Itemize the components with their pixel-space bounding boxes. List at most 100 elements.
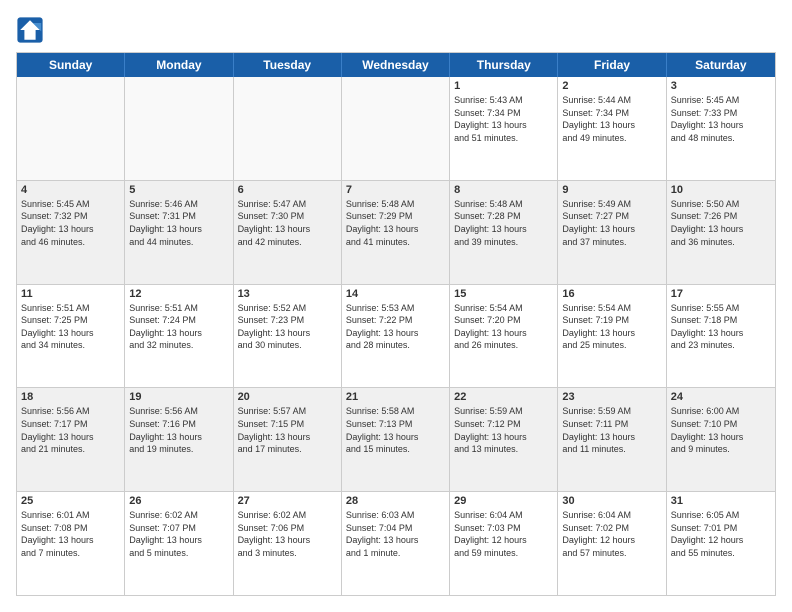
day-number: 30 (562, 495, 661, 507)
calendar: SundayMondayTuesdayWednesdayThursdayFrid… (16, 52, 776, 596)
day-number: 25 (21, 495, 120, 507)
day-info: Sunrise: 5:58 AMSunset: 7:13 PMDaylight:… (346, 405, 445, 455)
day-info: Sunrise: 5:55 AMSunset: 7:18 PMDaylight:… (671, 302, 771, 352)
calendar-cell: 4 Sunrise: 5:45 AMSunset: 7:32 PMDaylight… (17, 181, 125, 284)
calendar-cell: 6 Sunrise: 5:47 AMSunset: 7:30 PMDaylight… (234, 181, 342, 284)
day-info: Sunrise: 6:03 AMSunset: 7:04 PMDaylight:… (346, 509, 445, 559)
calendar-cell (17, 77, 125, 180)
day-number: 2 (562, 80, 661, 92)
calendar-cell: 31 Sunrise: 6:05 AMSunset: 7:01 PMDayligh… (667, 492, 775, 595)
day-number: 31 (671, 495, 771, 507)
day-number: 5 (129, 184, 228, 196)
day-info: Sunrise: 5:56 AMSunset: 7:17 PMDaylight:… (21, 405, 120, 455)
day-number: 28 (346, 495, 445, 507)
day-info: Sunrise: 5:47 AMSunset: 7:30 PMDaylight:… (238, 198, 337, 248)
header-cell-saturday: Saturday (667, 53, 775, 77)
calendar-header: SundayMondayTuesdayWednesdayThursdayFrid… (17, 53, 775, 77)
day-number: 7 (346, 184, 445, 196)
day-info: Sunrise: 5:51 AMSunset: 7:25 PMDaylight:… (21, 302, 120, 352)
day-number: 10 (671, 184, 771, 196)
day-info: Sunrise: 5:49 AMSunset: 7:27 PMDaylight:… (562, 198, 661, 248)
calendar-cell: 29 Sunrise: 6:04 AMSunset: 7:03 PMDayligh… (450, 492, 558, 595)
day-number: 22 (454, 391, 553, 403)
day-number: 26 (129, 495, 228, 507)
day-number: 6 (238, 184, 337, 196)
header-cell-monday: Monday (125, 53, 233, 77)
day-info: Sunrise: 5:59 AMSunset: 7:11 PMDaylight:… (562, 405, 661, 455)
day-number: 12 (129, 288, 228, 300)
calendar-cell: 14 Sunrise: 5:53 AMSunset: 7:22 PMDayligh… (342, 285, 450, 388)
header-cell-sunday: Sunday (17, 53, 125, 77)
day-info: Sunrise: 5:45 AMSunset: 7:33 PMDaylight:… (671, 94, 771, 144)
day-info: Sunrise: 5:54 AMSunset: 7:20 PMDaylight:… (454, 302, 553, 352)
day-number: 18 (21, 391, 120, 403)
day-number: 13 (238, 288, 337, 300)
day-number: 1 (454, 80, 553, 92)
day-info: Sunrise: 5:48 AMSunset: 7:29 PMDaylight:… (346, 198, 445, 248)
calendar-cell: 18 Sunrise: 5:56 AMSunset: 7:17 PMDayligh… (17, 388, 125, 491)
day-info: Sunrise: 6:02 AMSunset: 7:07 PMDaylight:… (129, 509, 228, 559)
calendar-cell: 16 Sunrise: 5:54 AMSunset: 7:19 PMDayligh… (558, 285, 666, 388)
day-info: Sunrise: 5:43 AMSunset: 7:34 PMDaylight:… (454, 94, 553, 144)
day-info: Sunrise: 5:57 AMSunset: 7:15 PMDaylight:… (238, 405, 337, 455)
day-info: Sunrise: 5:48 AMSunset: 7:28 PMDaylight:… (454, 198, 553, 248)
calendar-cell: 3 Sunrise: 5:45 AMSunset: 7:33 PMDaylight… (667, 77, 775, 180)
day-info: Sunrise: 6:04 AMSunset: 7:03 PMDaylight:… (454, 509, 553, 559)
day-number: 29 (454, 495, 553, 507)
calendar-row: 1 Sunrise: 5:43 AMSunset: 7:34 PMDaylight… (17, 77, 775, 181)
header-cell-tuesday: Tuesday (234, 53, 342, 77)
day-info: Sunrise: 5:59 AMSunset: 7:12 PMDaylight:… (454, 405, 553, 455)
calendar-cell: 24 Sunrise: 6:00 AMSunset: 7:10 PMDayligh… (667, 388, 775, 491)
day-info: Sunrise: 5:50 AMSunset: 7:26 PMDaylight:… (671, 198, 771, 248)
calendar-cell: 10 Sunrise: 5:50 AMSunset: 7:26 PMDayligh… (667, 181, 775, 284)
day-info: Sunrise: 6:02 AMSunset: 7:06 PMDaylight:… (238, 509, 337, 559)
calendar-row: 25 Sunrise: 6:01 AMSunset: 7:08 PMDayligh… (17, 492, 775, 595)
day-info: Sunrise: 6:01 AMSunset: 7:08 PMDaylight:… (21, 509, 120, 559)
day-info: Sunrise: 6:05 AMSunset: 7:01 PMDaylight:… (671, 509, 771, 559)
day-number: 14 (346, 288, 445, 300)
day-number: 15 (454, 288, 553, 300)
calendar-cell: 22 Sunrise: 5:59 AMSunset: 7:12 PMDayligh… (450, 388, 558, 491)
day-info: Sunrise: 5:54 AMSunset: 7:19 PMDaylight:… (562, 302, 661, 352)
logo-icon (16, 16, 44, 44)
calendar-cell: 30 Sunrise: 6:04 AMSunset: 7:02 PMDayligh… (558, 492, 666, 595)
day-number: 4 (21, 184, 120, 196)
calendar-cell: 11Sunrise: 5:51 AMSunset: 7:25 PMDayligh… (17, 285, 125, 388)
calendar-cell: 26 Sunrise: 6:02 AMSunset: 7:07 PMDayligh… (125, 492, 233, 595)
calendar-cell: 17Sunrise: 5:55 AMSunset: 7:18 PMDayligh… (667, 285, 775, 388)
day-number: 19 (129, 391, 228, 403)
day-number: 3 (671, 80, 771, 92)
day-info: Sunrise: 6:04 AMSunset: 7:02 PMDaylight:… (562, 509, 661, 559)
calendar-body: 1 Sunrise: 5:43 AMSunset: 7:34 PMDaylight… (17, 77, 775, 595)
day-info: Sunrise: 5:44 AMSunset: 7:34 PMDaylight:… (562, 94, 661, 144)
day-number: 24 (671, 391, 771, 403)
calendar-cell: 23Sunrise: 5:59 AMSunset: 7:11 PMDayligh… (558, 388, 666, 491)
day-info: Sunrise: 6:00 AMSunset: 7:10 PMDaylight:… (671, 405, 771, 455)
day-info: Sunrise: 5:52 AMSunset: 7:23 PMDaylight:… (238, 302, 337, 352)
calendar-row: 11Sunrise: 5:51 AMSunset: 7:25 PMDayligh… (17, 285, 775, 389)
calendar-row: 4 Sunrise: 5:45 AMSunset: 7:32 PMDaylight… (17, 181, 775, 285)
day-number: 16 (562, 288, 661, 300)
day-info: Sunrise: 5:46 AMSunset: 7:31 PMDaylight:… (129, 198, 228, 248)
calendar-cell (125, 77, 233, 180)
page: SundayMondayTuesdayWednesdayThursdayFrid… (0, 0, 792, 612)
calendar-row: 18 Sunrise: 5:56 AMSunset: 7:17 PMDayligh… (17, 388, 775, 492)
day-info: Sunrise: 5:56 AMSunset: 7:16 PMDaylight:… (129, 405, 228, 455)
day-number: 9 (562, 184, 661, 196)
calendar-cell: 1 Sunrise: 5:43 AMSunset: 7:34 PMDaylight… (450, 77, 558, 180)
day-info: Sunrise: 5:51 AMSunset: 7:24 PMDaylight:… (129, 302, 228, 352)
calendar-cell: 9 Sunrise: 5:49 AMSunset: 7:27 PMDaylight… (558, 181, 666, 284)
calendar-cell: 2 Sunrise: 5:44 AMSunset: 7:34 PMDaylight… (558, 77, 666, 180)
calendar-cell: 15 Sunrise: 5:54 AMSunset: 7:20 PMDayligh… (450, 285, 558, 388)
calendar-cell: 25 Sunrise: 6:01 AMSunset: 7:08 PMDayligh… (17, 492, 125, 595)
calendar-cell: 8Sunrise: 5:48 AMSunset: 7:28 PMDaylight… (450, 181, 558, 284)
day-info: Sunrise: 5:53 AMSunset: 7:22 PMDaylight:… (346, 302, 445, 352)
calendar-cell (234, 77, 342, 180)
calendar-cell: 13 Sunrise: 5:52 AMSunset: 7:23 PMDayligh… (234, 285, 342, 388)
calendar-cell (342, 77, 450, 180)
header (16, 16, 776, 44)
header-cell-friday: Friday (558, 53, 666, 77)
day-info: Sunrise: 5:45 AMSunset: 7:32 PMDaylight:… (21, 198, 120, 248)
calendar-cell: 5 Sunrise: 5:46 AMSunset: 7:31 PMDaylight… (125, 181, 233, 284)
calendar-cell: 27Sunrise: 6:02 AMSunset: 7:06 PMDayligh… (234, 492, 342, 595)
